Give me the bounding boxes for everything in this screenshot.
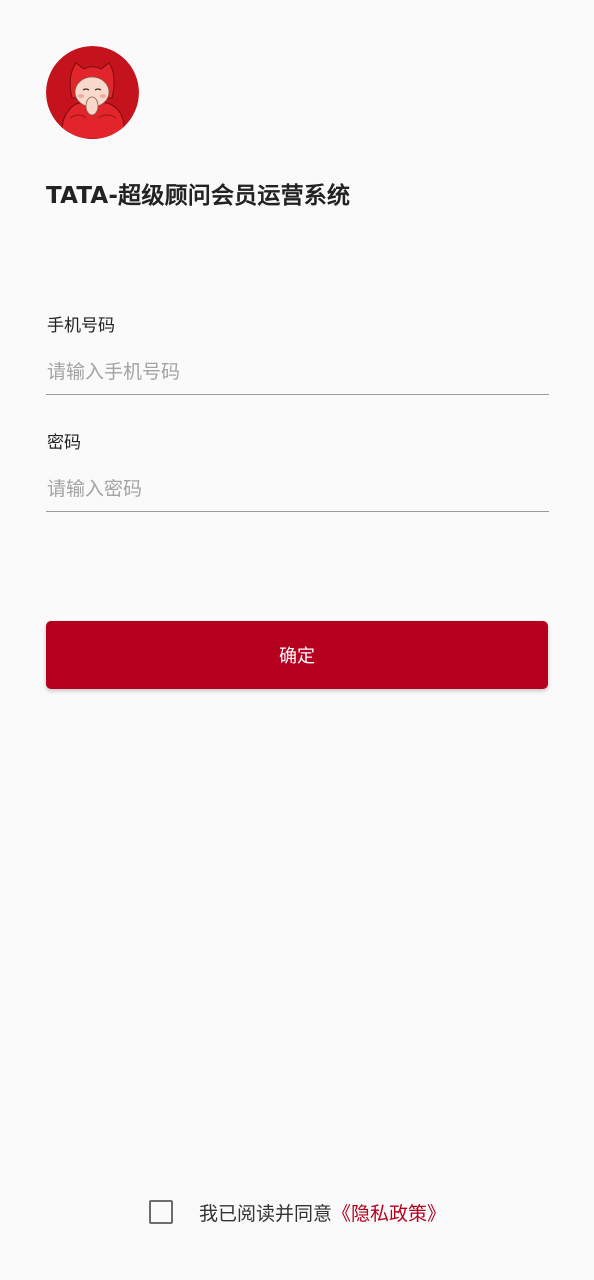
phone-input[interactable] xyxy=(46,350,549,395)
app-logo xyxy=(46,46,139,139)
agreement-text: 我已阅读并同意 xyxy=(199,1202,333,1225)
privacy-agreement-row: 我已阅读并同意 《隐私政策》 xyxy=(149,1197,446,1227)
privacy-policy-link[interactable]: 《隐私政策》 xyxy=(332,1199,446,1226)
app-title: TATA-超级顾问会员运营系统 xyxy=(46,183,351,209)
phone-label: 手机号码 xyxy=(47,316,115,336)
password-label: 密码 xyxy=(47,433,81,453)
password-input[interactable] xyxy=(46,467,549,512)
mascot-logo-icon xyxy=(46,46,139,139)
submit-button[interactable]: 确定 xyxy=(46,621,548,689)
checkbox-unchecked-icon[interactable] xyxy=(149,1200,173,1224)
